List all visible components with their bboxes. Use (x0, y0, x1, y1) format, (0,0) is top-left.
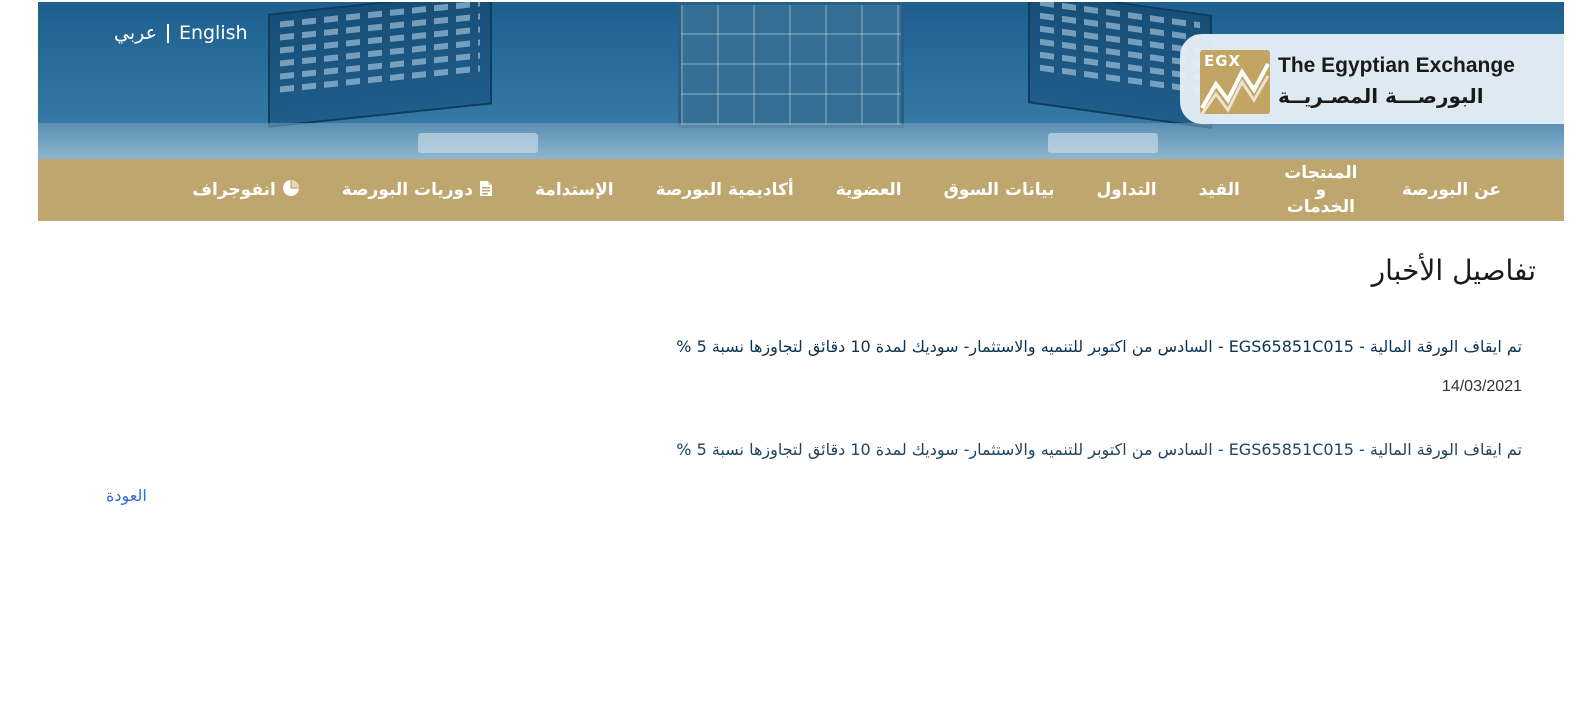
nav-sustainability[interactable]: الإستدامة (514, 181, 635, 199)
news-headline: تم ايقاف الورقة المالية - EGS65851C015 -… (676, 337, 1522, 356)
document-icon (479, 180, 493, 201)
nav-publications[interactable]: دوريات البورصة (321, 180, 514, 201)
lang-divider (166, 23, 169, 43)
egx-logo-icon: EGX (1200, 50, 1270, 114)
site-logo[interactable]: EGX The Egyptian Exchange البورصـــة الم… (1180, 34, 1564, 124)
language-switcher: عربي English (114, 22, 248, 44)
lang-english-link[interactable]: English (179, 22, 248, 44)
logo-english-text: The Egyptian Exchange (1278, 54, 1515, 77)
banner-floor (38, 123, 1564, 159)
pie-chart-icon (282, 179, 300, 201)
main-nav: عن البورصة المنتجات و الخدمات القيد التد… (38, 159, 1564, 221)
banner-window (678, 2, 904, 128)
nav-about[interactable]: عن البورصة (1381, 181, 1522, 199)
news-body: تم ايقاف الورقة المالية - EGS65851C015 -… (676, 440, 1522, 459)
banner-trading-screen (268, 2, 492, 128)
nav-listing[interactable]: القيد (1178, 181, 1261, 199)
page-wrapper: عربي English EGX The Egyptian Exchange ا… (38, 2, 1564, 221)
page-title: تفاصيل الأخبار (1371, 254, 1536, 287)
header-banner: عربي English EGX The Egyptian Exchange ا… (38, 2, 1564, 159)
nav-products-services[interactable]: المنتجات و الخدمات (1261, 164, 1381, 216)
back-link[interactable]: العودة (106, 486, 147, 505)
nav-infograph[interactable]: انفوجراف (171, 179, 321, 201)
news-date: 14/03/2021 (1441, 378, 1522, 395)
nav-membership[interactable]: العضوية (815, 181, 923, 199)
nav-market-data[interactable]: بيانات السوق (923, 181, 1076, 199)
logo-arabic-text: البورصـــة المصـريــة (1278, 84, 1484, 108)
lang-arabic-link[interactable]: عربي (114, 22, 157, 44)
nav-trading[interactable]: التداول (1075, 181, 1177, 199)
nav-academy[interactable]: أكاديمية البورصة (635, 181, 815, 199)
